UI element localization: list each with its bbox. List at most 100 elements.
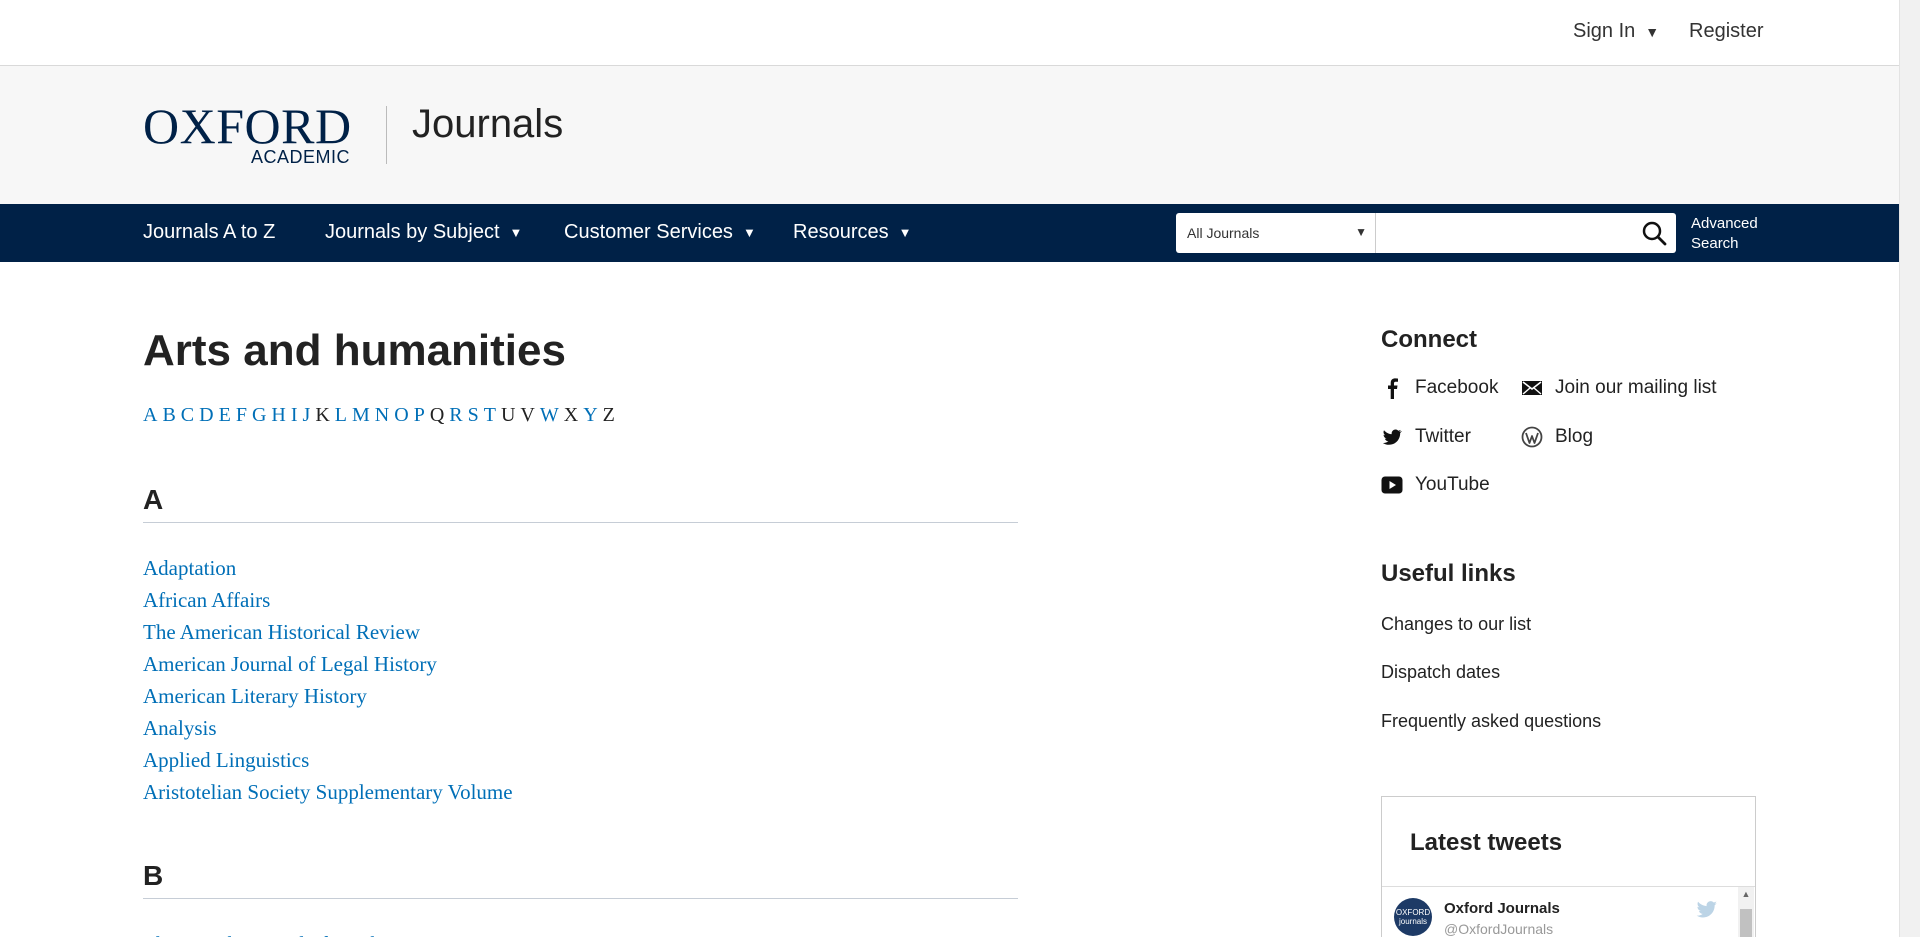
alphabet-letter-f[interactable]: F	[236, 404, 247, 426]
useful-links-heading: Useful links	[1381, 560, 1516, 587]
useful-link-changes[interactable]: Changes to our list	[1381, 614, 1531, 635]
sign-in-label[interactable]: Sign In	[1573, 20, 1635, 43]
connect-label: Blog	[1555, 426, 1594, 447]
tweets-divider	[1382, 886, 1755, 887]
nav-item-label: Resources	[793, 221, 889, 243]
youtube-link[interactable]: YouTube	[1381, 474, 1490, 496]
journal-link[interactable]: The British Journal of Aesthetics	[143, 928, 419, 937]
alphabet-letter-e[interactable]: E	[219, 404, 231, 426]
alphabet-letter-a[interactable]: A	[143, 404, 157, 426]
blog-link[interactable]: Blog	[1521, 426, 1593, 448]
alphabet-letter-g[interactable]: G	[252, 404, 266, 426]
nav-item-label: Journals by Subject	[325, 221, 500, 243]
alphabet-letter-l[interactable]: L	[335, 404, 347, 426]
alphabet-letter-j[interactable]: J	[303, 404, 311, 426]
alphabet-letter-x: X	[563, 404, 579, 426]
journal-link[interactable]: Analysis	[143, 712, 513, 744]
alphabet-letter-m[interactable]: M	[352, 404, 370, 426]
page-scrollbar[interactable]	[1899, 0, 1920, 937]
alphabet-letter-q: Q	[429, 404, 445, 426]
nav-item-journals-by-subject[interactable]: Journals by Subject ▼	[325, 221, 522, 244]
alphabet-letter-u: U	[500, 404, 516, 426]
search-icon	[1642, 221, 1667, 246]
register-link[interactable]: Register	[1689, 20, 1763, 43]
utility-bar: Sign In ▼ Register	[0, 0, 1899, 66]
main-nav: Journals A to Z Journals by Subject ▼ Cu…	[0, 204, 1899, 262]
alphabet-letter-k: K	[315, 404, 330, 426]
journal-link[interactable]: Adaptation	[143, 552, 513, 584]
mail-icon	[1522, 381, 1542, 395]
advanced-search-line2: Search	[1691, 235, 1739, 252]
nav-item-resources[interactable]: Resources ▼	[793, 221, 911, 244]
alphabet-letter-o[interactable]: O	[394, 404, 408, 426]
useful-link-faq[interactable]: Frequently asked questions	[1381, 711, 1601, 732]
scroll-up-icon[interactable]: ▲	[1738, 889, 1754, 899]
twitter-icon	[1382, 429, 1403, 445]
search-button[interactable]	[1640, 219, 1668, 247]
search-input[interactable]	[1377, 213, 1637, 253]
nav-item-label: Customer Services	[564, 221, 733, 243]
alphabet-letter-i[interactable]: I	[291, 404, 298, 426]
alphabet-letter-c[interactable]: C	[181, 404, 194, 426]
journal-link[interactable]: American Literary History	[143, 680, 513, 712]
wordpress-icon	[1521, 426, 1543, 448]
scrollbar-thumb[interactable]	[1740, 909, 1752, 937]
connect-label: Join our mailing list	[1555, 377, 1717, 398]
journal-list-b: The British Journal of Aesthetics	[143, 928, 419, 937]
sign-in-menu[interactable]: Sign In ▼	[1573, 20, 1659, 43]
logo-academic-text: ACADEMIC	[251, 147, 351, 167]
search-scope-value: All Journals	[1187, 225, 1260, 241]
journal-link[interactable]: African Affairs	[143, 584, 513, 616]
avatar[interactable]: OXFORD journals	[1394, 898, 1432, 936]
logo-oxford-text: OXFORD	[143, 98, 352, 154]
alphabet-letter-b[interactable]: B	[162, 404, 175, 426]
alphabet-letter-d[interactable]: D	[199, 404, 213, 426]
chevron-down-icon: ▼	[898, 225, 912, 240]
journal-link[interactable]: Aristotelian Society Supplementary Volum…	[143, 776, 513, 808]
alphabet-letter-w[interactable]: W	[540, 404, 559, 426]
journal-link[interactable]: Applied Linguistics	[143, 744, 513, 776]
twitter-link[interactable]: Twitter	[1381, 426, 1471, 448]
facebook-icon	[1388, 378, 1398, 399]
alphabet-letter-h[interactable]: H	[271, 404, 285, 426]
alphabet-letter-r[interactable]: R	[449, 404, 462, 426]
journal-link[interactable]: The American Historical Review	[143, 616, 513, 648]
mailing-list-link[interactable]: Join our mailing list	[1521, 377, 1717, 399]
chevron-down-icon: ▼	[1355, 225, 1367, 239]
site-section-title[interactable]: Journals	[412, 102, 563, 147]
twitter-icon[interactable]	[1696, 901, 1718, 919]
tweet-account-name[interactable]: Oxford Journals	[1444, 900, 1560, 917]
section-heading-b: B	[143, 860, 1018, 899]
alphabet-letter-p[interactable]: P	[414, 404, 425, 426]
nav-item-customer-services[interactable]: Customer Services ▼	[564, 221, 756, 244]
oxford-academic-logo[interactable]: OXFORD ACADEMIC	[143, 98, 359, 167]
facebook-link[interactable]: Facebook	[1381, 377, 1498, 399]
advanced-search-line1: Advanced	[1691, 215, 1758, 232]
page-title: Arts and humanities	[143, 326, 566, 375]
search-bar: All Journals ▼	[1176, 213, 1676, 253]
alphabet-letter-n[interactable]: N	[375, 404, 389, 426]
alphabet-letter-s[interactable]: S	[468, 404, 479, 426]
chevron-down-icon: ▼	[742, 225, 756, 240]
nav-item-label: Journals A to Z	[143, 221, 276, 243]
journal-link[interactable]: American Journal of Legal History	[143, 648, 513, 680]
chevron-down-icon: ▼	[509, 225, 523, 240]
useful-link-dispatch[interactable]: Dispatch dates	[1381, 662, 1500, 683]
connect-label: Facebook	[1415, 377, 1499, 398]
tweet-account-handle[interactable]: @OxfordJournals	[1444, 921, 1553, 937]
connect-heading: Connect	[1381, 326, 1477, 353]
brand-divider	[386, 106, 387, 164]
tweets-widget: Latest tweets OXFORD journals Oxford Jou…	[1381, 796, 1756, 937]
tweets-scrollbar[interactable]: ▲	[1738, 887, 1754, 937]
advanced-search-link[interactable]: Advanced Search	[1691, 214, 1771, 254]
alphabet-letter-v: V	[520, 404, 535, 426]
brand-header: OXFORD ACADEMIC Journals	[0, 66, 1899, 204]
section-heading-a: A	[143, 484, 1018, 523]
connect-label: YouTube	[1415, 474, 1490, 495]
nav-item-journals-a-to-z[interactable]: Journals A to Z	[143, 221, 275, 244]
alphabet-letter-t[interactable]: T	[484, 404, 496, 426]
search-scope-select[interactable]: All Journals ▼	[1176, 213, 1376, 253]
journal-list-a: Adaptation African Affairs The American …	[143, 552, 513, 808]
alphabet-letter-z: Z	[602, 404, 615, 426]
alphabet-letter-y[interactable]: Y	[583, 404, 597, 426]
